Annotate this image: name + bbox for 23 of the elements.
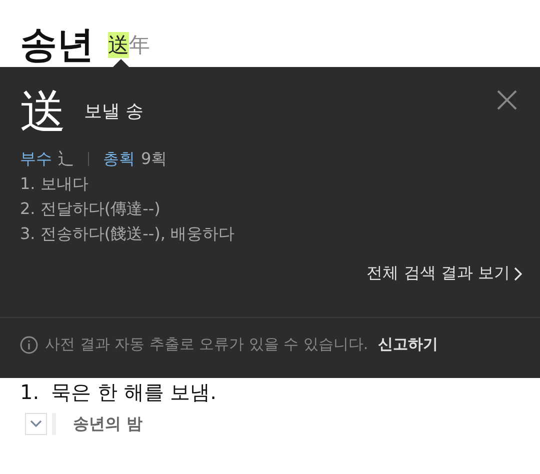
meaning-item: 3. 전송하다(餞送--), 배웅하다 <box>19 223 236 245</box>
hanja-character[interactable]: 送 <box>108 32 129 58</box>
radical-label: 부수 <box>20 149 52 169</box>
meaning-item: 2. 전달하다(傳達--) <box>19 198 162 220</box>
example-text: 송년의 밤 <box>73 414 143 434</box>
hanja-character[interactable]: 年 <box>129 32 150 58</box>
strokes-label: 총획 <box>103 149 135 169</box>
strokes-value: 9획 <box>141 149 168 169</box>
hanja-reading: 보낼 송 <box>84 100 144 123</box>
headword: 송년 <box>20 23 94 67</box>
meaning-item: 1. 보내다 <box>19 173 90 195</box>
chevron-right-icon <box>514 266 522 280</box>
full-results-link[interactable]: 전체 검색 결과 보기 <box>366 263 522 284</box>
close-icon[interactable] <box>496 89 518 111</box>
info-icon <box>20 336 38 354</box>
expand-button[interactable] <box>25 413 47 435</box>
hanja-glyph: 送 <box>20 85 66 137</box>
definition-text: 묵은 한 해를 보냄. <box>51 379 217 406</box>
notice-text: 사전 결과 자동 추출로 오류가 있을 수 있습니다. <box>45 335 368 354</box>
report-link[interactable]: 신고하기 <box>378 335 438 354</box>
chevron-down-icon <box>30 420 42 428</box>
definition-number: 1. <box>20 379 40 406</box>
radical-value: 辶 <box>58 149 74 169</box>
